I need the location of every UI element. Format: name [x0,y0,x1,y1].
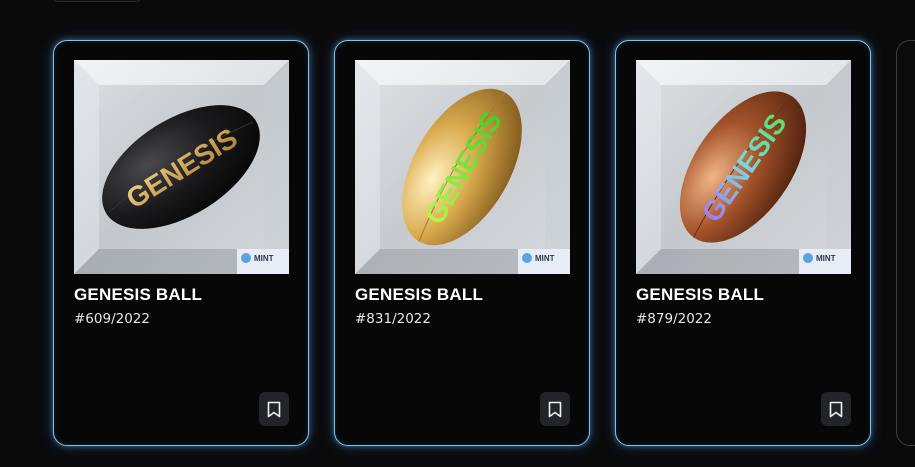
bookmark-icon [829,401,843,417]
edition-number: #879/2022 [636,311,712,327]
mint-badge: MINT [254,254,274,263]
nft-image[interactable]: GENESIS MINT [74,60,289,274]
mint-badge: MINT [535,254,555,263]
nft-gallery: GENESIS MINT GENESIS BALL #609/2022 GENE… [0,0,915,467]
bookmark-icon [267,401,281,417]
nft-card[interactable]: GENESIS MINT GENESIS BALL #609/2022 [53,40,309,446]
nft-card[interactable]: GENESIS MINT GENESIS BALL #879/2022 [615,40,871,446]
nft-card[interactable]: GENESIS MINT GENESIS BALL #831/2022 [334,40,590,446]
card-title: GENESIS BALL [355,285,484,304]
bookmark-button[interactable] [259,392,289,426]
mint-badge: MINT [816,254,836,263]
nft-image[interactable]: GENESIS MINT [355,60,570,274]
edition-number: #831/2022 [355,311,431,327]
edition-number: #609/2022 [74,311,150,327]
card-title: GENESIS BALL [636,285,765,304]
nft-image[interactable]: GENESIS MINT [636,60,851,274]
top-tab-edge[interactable] [52,0,142,2]
bookmark-button[interactable] [540,392,570,426]
nft-card-partial[interactable] [896,40,915,446]
bookmark-button[interactable] [821,392,851,426]
card-title: GENESIS BALL [74,285,203,304]
bookmark-icon [548,401,562,417]
